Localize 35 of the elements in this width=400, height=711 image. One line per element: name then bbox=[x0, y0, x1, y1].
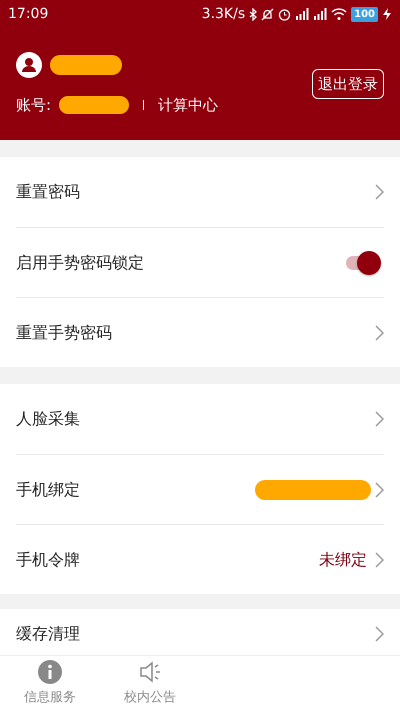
chevron-right-icon bbox=[375, 626, 384, 642]
logout-button[interactable]: 退出登录 bbox=[312, 68, 384, 100]
status-value: 未绑定 bbox=[319, 548, 367, 570]
speaker-icon bbox=[138, 660, 162, 684]
setting-label: 重置手势密码 bbox=[16, 322, 112, 344]
setting-label: 手机绑定 bbox=[16, 478, 80, 500]
info-icon bbox=[38, 660, 62, 684]
divider-bar bbox=[143, 100, 144, 110]
department-text: 计算中心 bbox=[158, 94, 218, 116]
signal-icon bbox=[313, 8, 328, 20]
network-speed: 3.3K/s bbox=[202, 4, 246, 24]
avatar-icon bbox=[16, 52, 42, 78]
nav-label: 信息服务 bbox=[24, 688, 76, 707]
chevron-right-icon bbox=[375, 411, 384, 427]
wifi-icon bbox=[331, 8, 348, 20]
setting-label: 手机令牌 bbox=[16, 548, 80, 570]
alarm-icon bbox=[278, 8, 292, 20]
battery-indicator: 100 bbox=[351, 6, 378, 22]
charging-icon bbox=[382, 8, 392, 20]
nav-tab[interactable]: 信息服务 bbox=[0, 660, 100, 708]
setting-label: 重置密码 bbox=[16, 181, 80, 203]
nav-tab[interactable]: 校内公告 bbox=[100, 660, 200, 708]
account-label: 账号: bbox=[16, 94, 52, 116]
bell-icon bbox=[261, 8, 274, 20]
setting-label: 启用手势密码锁定 bbox=[16, 252, 144, 274]
signal-icon bbox=[295, 8, 310, 20]
status-time: 17:09 bbox=[8, 4, 48, 24]
bluetooth-icon bbox=[249, 8, 258, 20]
chevron-right-icon bbox=[375, 324, 384, 340]
chevron-right-icon bbox=[375, 482, 384, 498]
chevron-right-icon bbox=[375, 184, 384, 200]
setting-label: 人脸采集 bbox=[16, 408, 80, 430]
setting-label: 缓存清理 bbox=[16, 623, 80, 645]
chevron-right-icon bbox=[375, 552, 384, 568]
nav-label: 校内公告 bbox=[124, 688, 176, 707]
